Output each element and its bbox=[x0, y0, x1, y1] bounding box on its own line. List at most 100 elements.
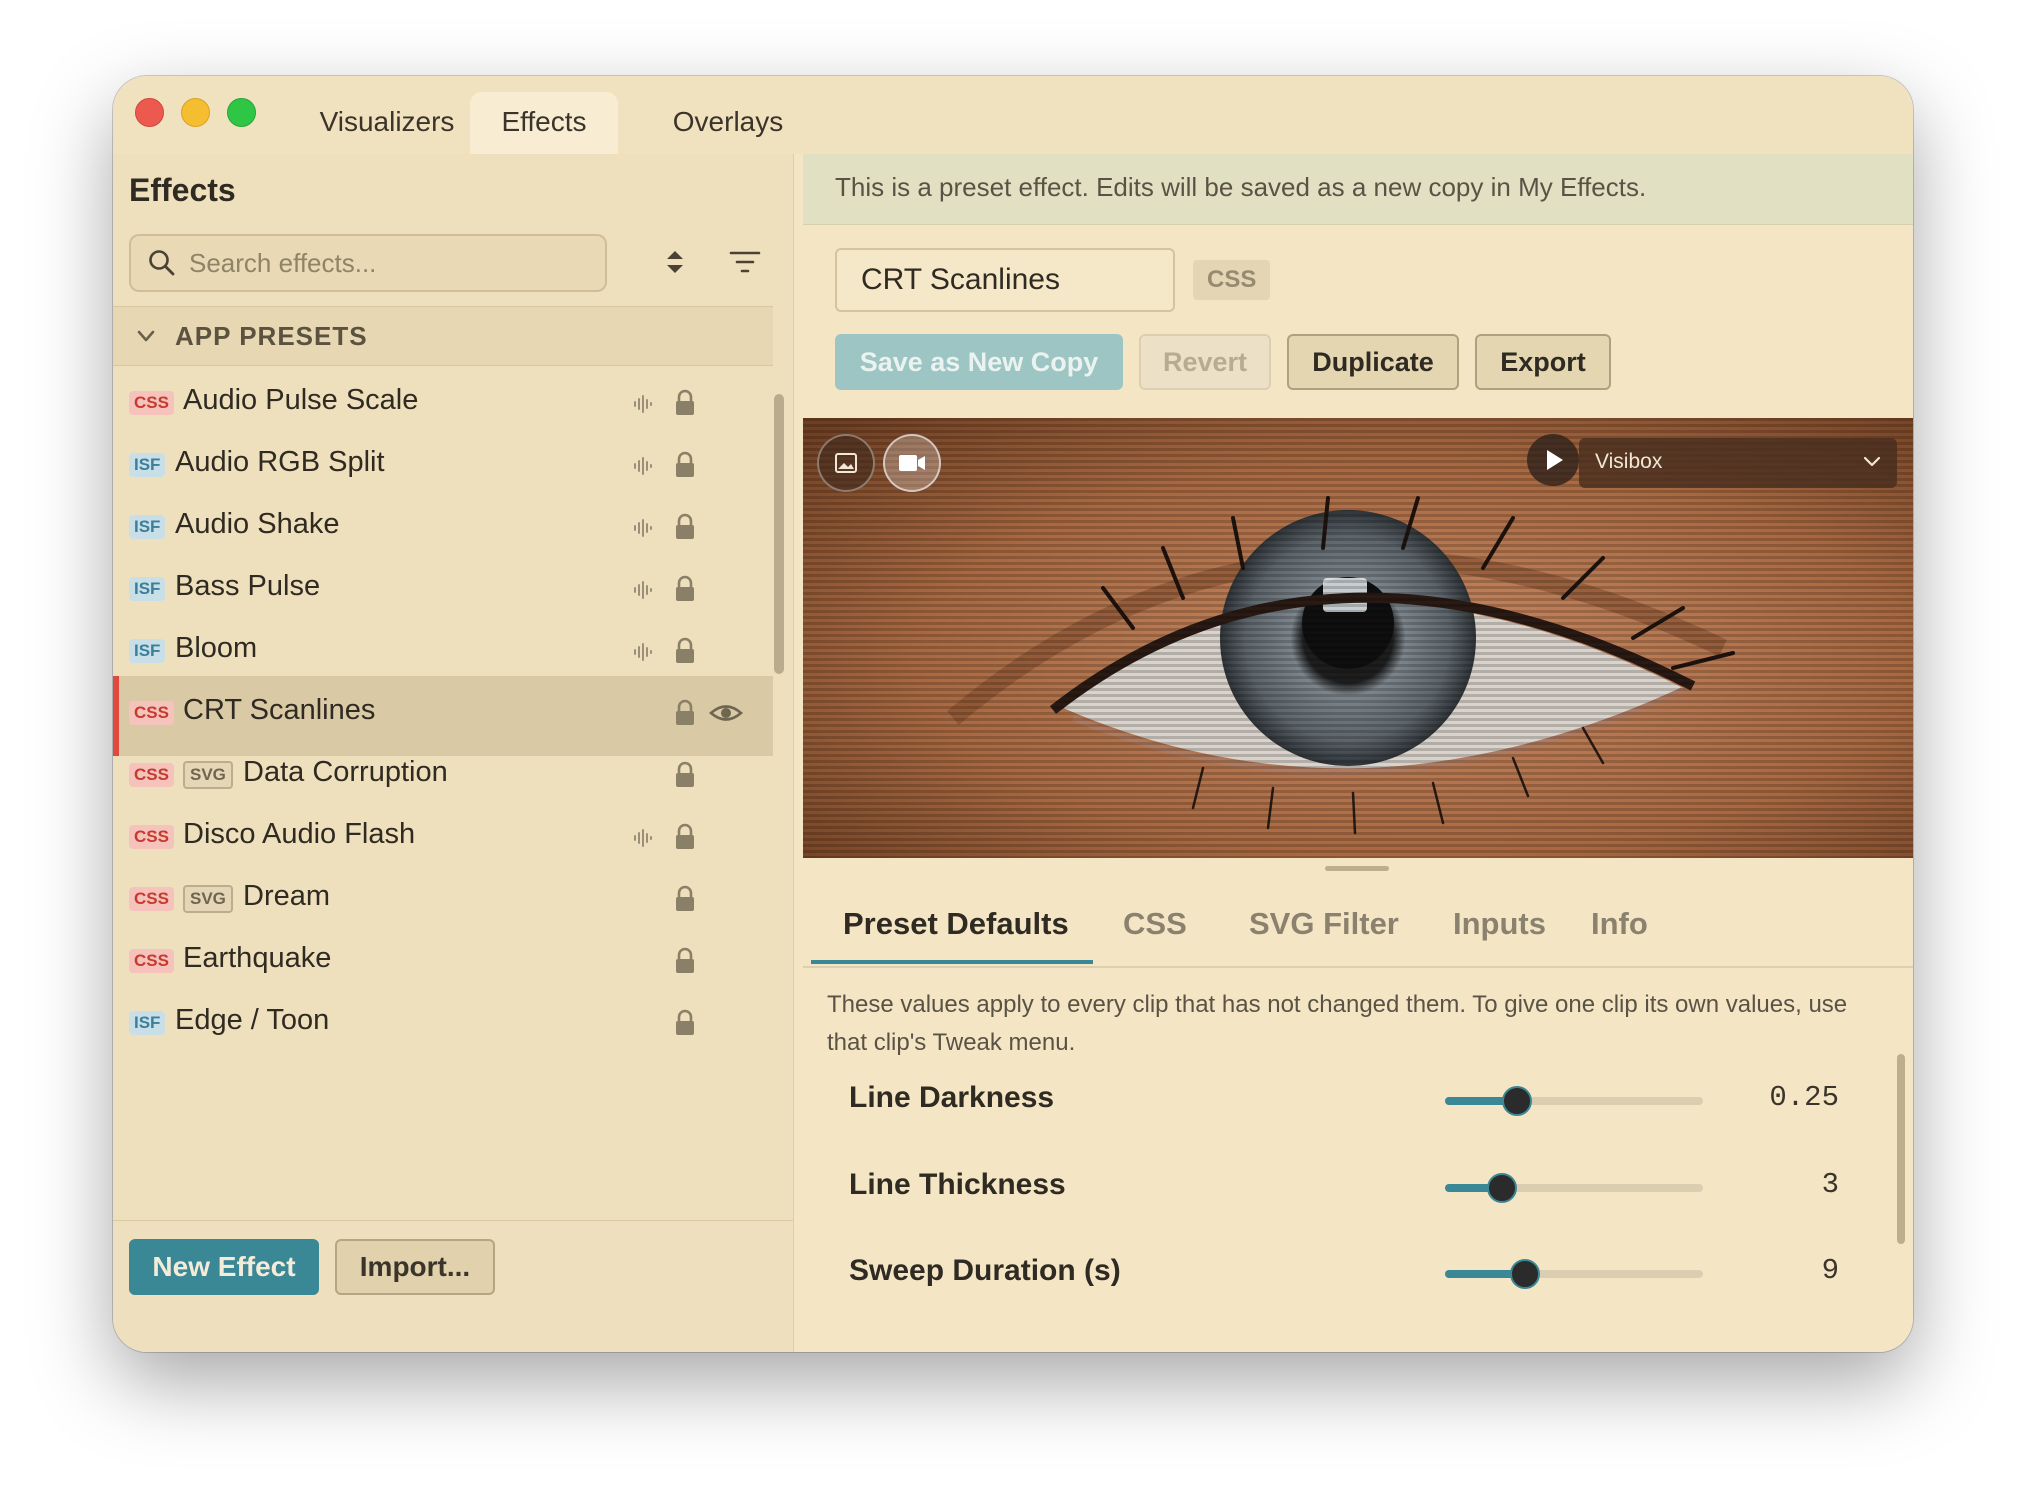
css-badge: CSS bbox=[129, 825, 174, 849]
editor-scrollbar[interactable] bbox=[1897, 1054, 1905, 1244]
preset-notice-banner: This is a preset effect. Edits will be s… bbox=[803, 154, 1913, 225]
filter-icon[interactable] bbox=[729, 249, 761, 275]
effect-preview: Visibox bbox=[803, 418, 1913, 858]
list-item[interactable]: ISF Edge / Toon bbox=[113, 986, 769, 1066]
isf-badge: ISF bbox=[129, 453, 166, 477]
title-bar: Visualizers Effects Overlays bbox=[113, 76, 1913, 154]
param-label: Sweep Duration (s) bbox=[849, 1254, 1121, 1287]
group-label: APP PRESETS bbox=[175, 321, 368, 351]
video-camera-icon bbox=[899, 455, 925, 471]
audio-reactive-icon bbox=[634, 643, 652, 661]
css-badge: CSS bbox=[129, 391, 174, 415]
effect-name: Audio Pulse Scale bbox=[183, 384, 419, 416]
effect-name: Edge / Toon bbox=[175, 1004, 330, 1036]
param-value: 3 bbox=[1821, 1168, 1839, 1201]
sidebar-scrollbar[interactable] bbox=[774, 394, 784, 674]
effect-name: Audio Shake bbox=[175, 508, 340, 540]
effect-name: CRT Scanlines bbox=[183, 694, 376, 726]
effect-name: Audio RGB Split bbox=[175, 446, 385, 478]
audio-reactive-icon bbox=[634, 519, 652, 537]
zoom-window-button[interactable] bbox=[227, 98, 256, 127]
param-line-darkness: Line Darkness 0.25 bbox=[849, 1069, 1849, 1129]
tab-overlays[interactable]: Overlays bbox=[633, 92, 823, 154]
search-input[interactable] bbox=[187, 242, 591, 284]
effect-name: Bloom bbox=[175, 632, 258, 664]
svg-badge: SVG bbox=[183, 885, 233, 913]
lock-icon bbox=[676, 823, 694, 849]
param-sweep-duration: Sweep Duration (s) 9 bbox=[849, 1242, 1849, 1302]
lock-icon bbox=[676, 451, 694, 477]
search-icon bbox=[149, 250, 175, 276]
param-line-thickness: Line Thickness 3 bbox=[849, 1156, 1849, 1216]
notice-text: This is a preset effect. Edits will be s… bbox=[835, 172, 1647, 202]
close-window-button[interactable] bbox=[135, 98, 164, 127]
tab-svg-filter[interactable]: SVG Filter bbox=[1249, 906, 1399, 942]
audio-reactive-icon bbox=[634, 395, 652, 413]
effect-editor: This is a preset effect. Edits will be s… bbox=[803, 154, 1913, 1352]
audio-reactive-icon bbox=[634, 581, 652, 599]
app-window: Visualizers Effects Overlays Effects A bbox=[113, 76, 1913, 1352]
param-label: Line Darkness bbox=[849, 1081, 1055, 1114]
lock-icon bbox=[676, 699, 694, 725]
tab-visualizers[interactable]: Visualizers bbox=[289, 92, 485, 154]
minimize-window-button[interactable] bbox=[181, 98, 210, 127]
isf-badge: ISF bbox=[129, 1011, 166, 1035]
slider-knob[interactable] bbox=[1487, 1173, 1517, 1203]
tab-inputs[interactable]: Inputs bbox=[1453, 906, 1546, 942]
param-value: 9 bbox=[1821, 1254, 1839, 1287]
source-select-value: Visibox bbox=[1595, 450, 1663, 473]
tab-preset-defaults[interactable]: Preset Defaults bbox=[843, 906, 1069, 942]
play-icon bbox=[1547, 450, 1563, 470]
effect-name-field[interactable] bbox=[835, 248, 1175, 312]
sweep-duration-slider[interactable] bbox=[1445, 1259, 1703, 1289]
lock-icon bbox=[676, 885, 694, 911]
sidebar-footer: New Effect Import... bbox=[113, 1220, 793, 1352]
param-value: 0.25 bbox=[1769, 1081, 1839, 1114]
line-darkness-slider[interactable] bbox=[1445, 1086, 1703, 1116]
resize-handle[interactable] bbox=[1325, 866, 1389, 871]
lock-icon bbox=[676, 1009, 694, 1035]
export-button[interactable]: Export bbox=[1475, 334, 1611, 390]
chevron-down-icon bbox=[1863, 456, 1881, 467]
play-button[interactable] bbox=[1527, 434, 1579, 486]
slider-knob[interactable] bbox=[1510, 1259, 1540, 1289]
active-tab-indicator bbox=[811, 960, 1093, 964]
preview-source-select[interactable]: Visibox bbox=[1579, 438, 1897, 488]
search-box[interactable] bbox=[129, 234, 607, 292]
group-header-app-presets[interactable]: APP PRESETS bbox=[113, 306, 773, 366]
isf-badge: ISF bbox=[129, 515, 166, 539]
image-source-button[interactable] bbox=[817, 434, 875, 492]
import-button[interactable]: Import... bbox=[335, 1239, 495, 1295]
video-source-button[interactable] bbox=[883, 434, 941, 492]
lock-icon bbox=[676, 947, 694, 973]
tab-css[interactable]: CSS bbox=[1123, 906, 1187, 942]
audio-reactive-icon bbox=[634, 829, 652, 847]
effect-name: Dream bbox=[243, 880, 331, 912]
save-as-new-copy-button[interactable]: Save as New Copy bbox=[835, 334, 1123, 390]
effects-list: CSS Audio Pulse Scale ISF Audio RGB Spli… bbox=[113, 366, 773, 1136]
css-badge: CSS bbox=[129, 763, 174, 787]
slider-knob[interactable] bbox=[1502, 1086, 1532, 1116]
sort-icon[interactable] bbox=[661, 247, 689, 277]
lock-icon bbox=[676, 575, 694, 601]
lock-icon bbox=[676, 637, 694, 663]
new-effect-button[interactable]: New Effect bbox=[129, 1239, 319, 1295]
isf-badge: ISF bbox=[129, 577, 166, 601]
css-badge: CSS bbox=[129, 701, 174, 725]
css-badge: CSS bbox=[129, 887, 174, 911]
image-icon bbox=[835, 453, 857, 473]
effect-name: Disco Audio Flash bbox=[183, 818, 416, 850]
revert-button[interactable]: Revert bbox=[1139, 334, 1271, 390]
sidebar-title: Effects bbox=[129, 172, 236, 208]
effect-name: Earthquake bbox=[183, 942, 332, 974]
preset-defaults-description: These values apply to every clip that ha… bbox=[827, 991, 1848, 1056]
line-thickness-slider[interactable] bbox=[1445, 1173, 1703, 1203]
audio-reactive-icon bbox=[634, 457, 652, 475]
lock-icon bbox=[676, 761, 694, 787]
duplicate-button[interactable]: Duplicate bbox=[1287, 334, 1459, 390]
css-badge: CSS bbox=[129, 949, 174, 973]
tab-effects[interactable]: Effects bbox=[470, 92, 618, 154]
lock-icon bbox=[676, 389, 694, 415]
tab-info[interactable]: Info bbox=[1591, 906, 1648, 942]
eye-icon[interactable] bbox=[709, 700, 743, 726]
